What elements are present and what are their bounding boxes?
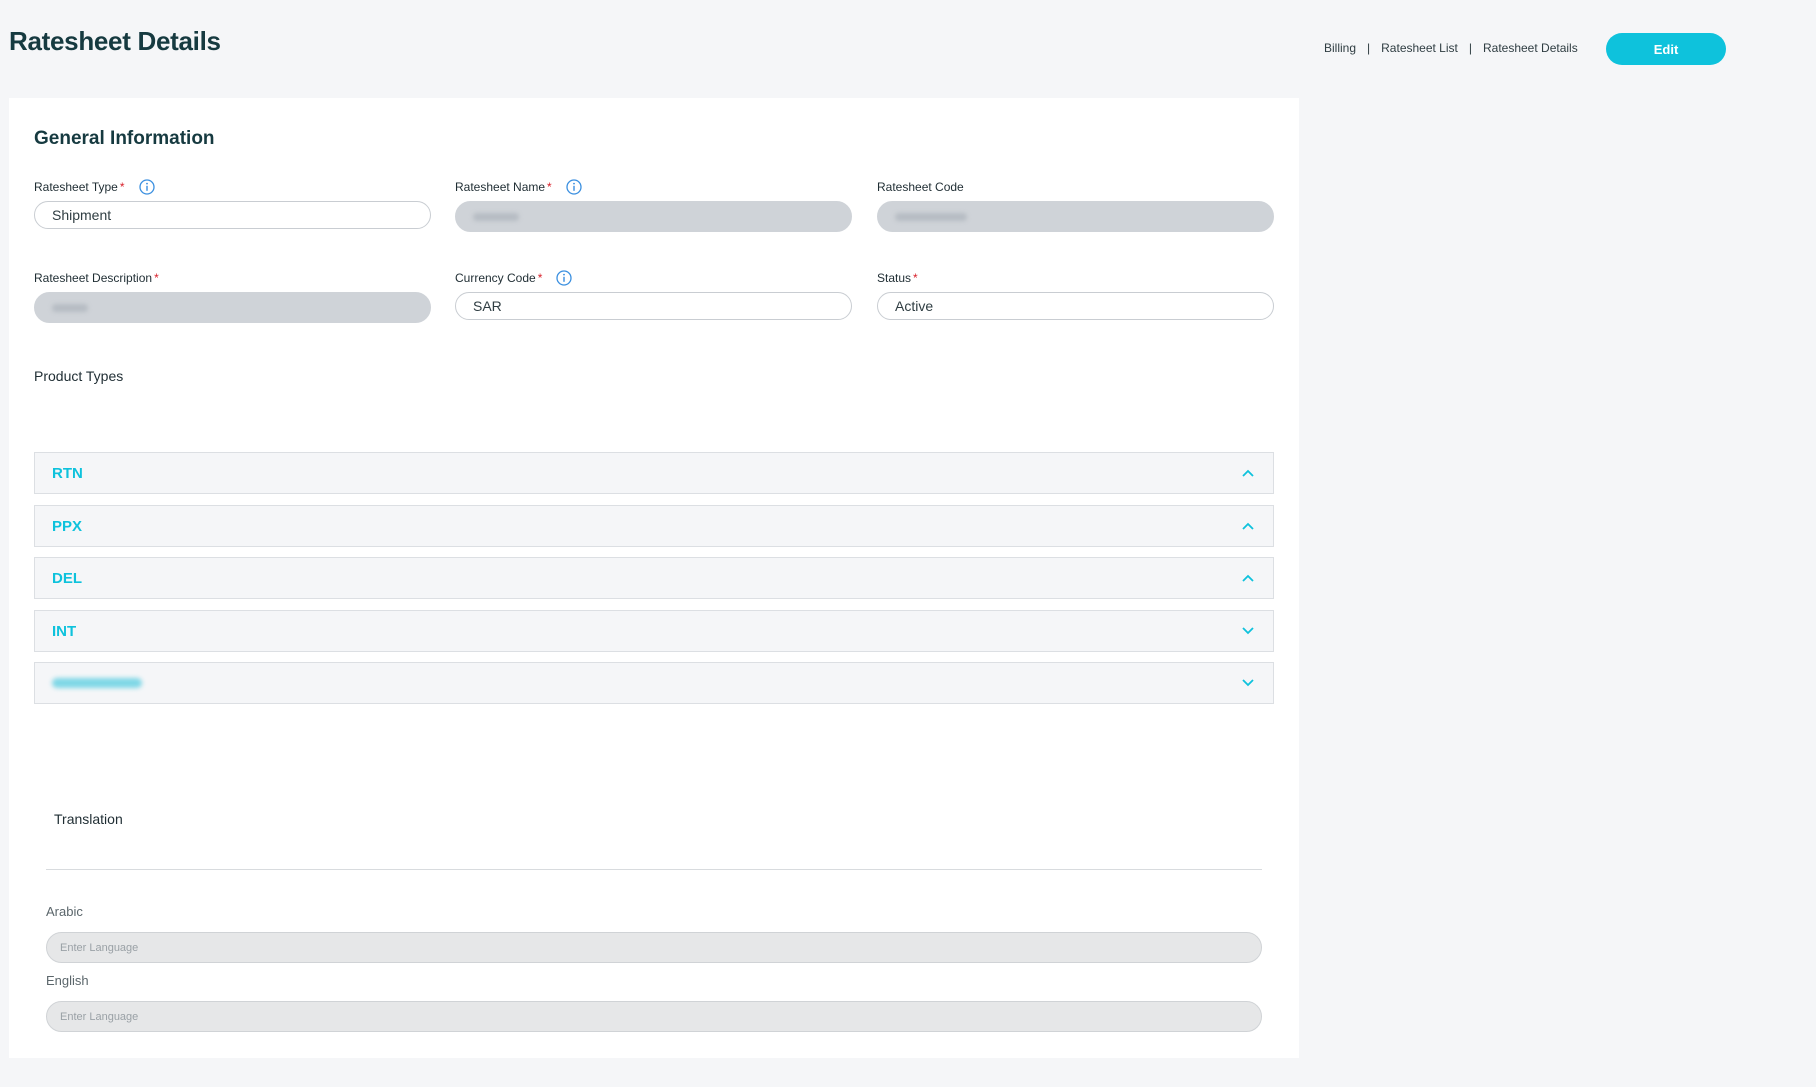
accordion-rtn[interactable]: RTN	[34, 452, 1274, 494]
required-marker: *	[154, 271, 159, 285]
info-circle-icon[interactable]	[556, 270, 573, 286]
accordion-label: INT	[52, 622, 77, 640]
ratesheet-code-field: Ratesheet Code	[877, 178, 1274, 232]
accordion-label: RTN	[52, 464, 83, 482]
breadcrumb-billing[interactable]: Billing	[1324, 41, 1356, 55]
details-card: General Information Ratesheet Type * Shi…	[9, 98, 1299, 1058]
status-input[interactable]: Active	[877, 292, 1274, 320]
ratesheet-name-input[interactable]	[455, 201, 852, 232]
required-marker: *	[913, 271, 918, 285]
chevron-down-icon	[1242, 627, 1254, 635]
english-label: English	[46, 973, 89, 988]
accordion-label: DEL	[52, 569, 82, 587]
ratesheet-description-label: Ratesheet Description	[34, 271, 153, 285]
ratesheet-description-input[interactable]	[34, 292, 431, 323]
ratesheet-type-label: Ratesheet Type	[34, 180, 118, 194]
status-field: Status * Active	[877, 269, 1274, 320]
breadcrumb: Billing | Ratesheet List | Ratesheet Det…	[1324, 41, 1578, 55]
status-label: Status	[877, 271, 912, 285]
ratesheet-code-input[interactable]	[877, 201, 1274, 232]
accordion-ppx[interactable]: PPX	[34, 505, 1274, 547]
redacted-value	[895, 212, 967, 221]
ratesheet-name-field: Ratesheet Name *	[455, 178, 852, 232]
accordion-redacted[interactable]	[34, 662, 1274, 704]
breadcrumb-separator: |	[1367, 41, 1371, 55]
chevron-up-icon	[1242, 522, 1254, 530]
accordion-int[interactable]: INT	[34, 610, 1274, 652]
page-title: Ratesheet Details	[9, 26, 221, 56]
currency-code-input[interactable]: SAR	[455, 292, 852, 320]
accordion-del[interactable]: DEL	[34, 557, 1274, 599]
redacted-value	[473, 212, 519, 221]
arabic-language-input[interactable]	[46, 932, 1262, 963]
chevron-down-icon	[1242, 679, 1254, 687]
ratesheet-name-label: Ratesheet Name	[455, 180, 546, 194]
product-types-label: Product Types	[34, 368, 124, 384]
ratesheet-code-label: Ratesheet Code	[877, 180, 964, 194]
required-marker: *	[119, 180, 125, 194]
translation-title: Translation	[54, 811, 123, 827]
accordion-label: PPX	[52, 517, 83, 535]
breadcrumb-separator: |	[1468, 41, 1472, 55]
divider	[46, 869, 1262, 870]
info-circle-icon[interactable]	[566, 179, 582, 195]
arabic-label: Arabic	[46, 904, 83, 919]
section-title-general-information: General Information	[34, 128, 215, 149]
edit-button[interactable]: Edit	[1606, 33, 1726, 65]
redacted-accordion-label	[52, 678, 142, 688]
required-marker: *	[537, 271, 543, 285]
chevron-up-icon	[1242, 469, 1254, 477]
ratesheet-type-input[interactable]: Shipment	[34, 201, 431, 229]
breadcrumb-ratesheet-details: Ratesheet Details	[1482, 41, 1578, 55]
currency-code-label: Currency Code	[455, 271, 536, 285]
ratesheet-type-field: Ratesheet Type * Shipment	[34, 178, 431, 229]
redacted-value	[52, 303, 88, 312]
ratesheet-description-field: Ratesheet Description *	[34, 269, 431, 323]
info-circle-icon[interactable]	[138, 179, 155, 195]
currency-code-field: Currency Code * SAR	[455, 269, 852, 320]
chevron-up-icon	[1242, 574, 1254, 582]
required-marker: *	[547, 180, 552, 194]
english-language-input[interactable]	[46, 1001, 1262, 1032]
breadcrumb-ratesheet-list[interactable]: Ratesheet List	[1381, 41, 1458, 55]
